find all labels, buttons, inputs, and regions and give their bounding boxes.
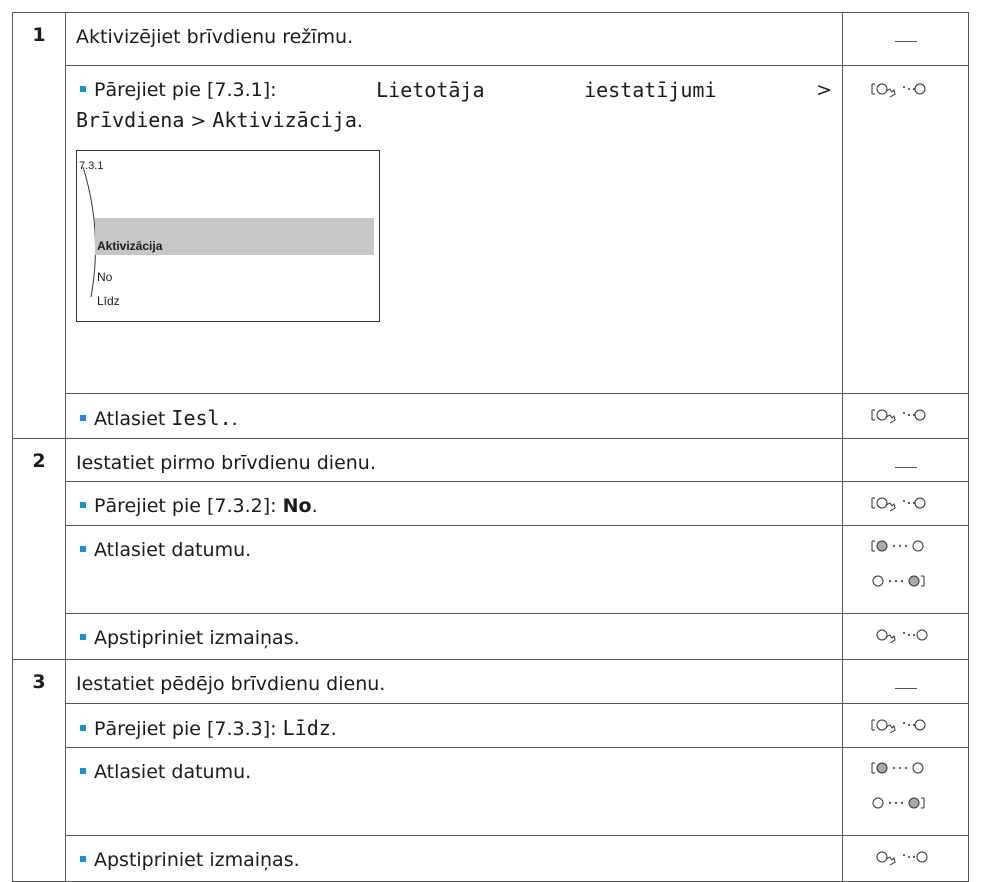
left-dial-turn-press-icon: [870, 407, 942, 423]
left-dial-turn-press-icon: [870, 495, 942, 512]
confirm-label: Apstipriniet izmaiņas.: [94, 626, 300, 649]
icon-cell: [842, 834, 969, 882]
date-label: Atlasiet datumu.: [94, 539, 252, 562]
date-label: Atlasiet datumu.: [94, 761, 252, 784]
nav-line-1: Pārejiet pie [7.3.1]: Lietotāja iestatīj…: [76, 75, 832, 105]
dash-cell: [842, 12, 969, 66]
icon-cell: [842, 481, 969, 527]
path-separator: >: [816, 78, 832, 101]
dash-icon: [894, 687, 917, 689]
path-brivdiena: Brīvdiena: [76, 107, 185, 132]
left-dial-turn-icon: [870, 760, 942, 776]
nav-prefix: Pārejiet pie [7.3.3]:: [94, 717, 277, 740]
nav-value: Līdz: [282, 715, 331, 740]
display-screen: 7.3.1 Aktivizācija No Līdz: [76, 149, 380, 322]
path-separator: >: [190, 109, 207, 132]
bullet-icon: [80, 502, 86, 509]
step-number-3: 3: [12, 658, 66, 882]
step-title-3: Iestatiet pēdējo brīvdienu dienu.: [65, 658, 843, 704]
left-dial-press-icon: [876, 849, 936, 865]
left-dial-turn-icon: [870, 538, 942, 554]
step-title-2: Iestatiet pirmo brīvdienu dienu.: [65, 437, 843, 483]
bullet-icon: [80, 414, 86, 421]
path-aktivizacija: Aktivizācija: [212, 107, 357, 132]
dash-cell: [842, 658, 969, 704]
screen-code: 7.3.1: [79, 159, 104, 172]
bullet-icon: [80, 546, 86, 553]
instructions-table: 1 Aktivizējiet brīvdienu režīmu. Pārejie…: [12, 12, 969, 882]
right-dial-turn-icon: [870, 573, 942, 589]
icon-cell: [842, 64, 969, 394]
nav-prefix: Pārejiet pie [7.3.1]:: [94, 78, 277, 101]
substep-date-2: Atlasiet datumu.: [65, 525, 843, 614]
icon-cell: [842, 747, 969, 836]
icon-cell: [842, 392, 969, 439]
bullet-icon: [80, 855, 86, 862]
substep-navigate-2: Pārejiet pie [7.3.2]: No.: [65, 481, 843, 527]
right-dial-turn-icon: [870, 795, 942, 811]
nav-line-2: Brīvdiena > Aktivizācija.: [76, 107, 363, 132]
select-value: Iesl.: [171, 405, 232, 430]
step-number-2: 2: [12, 437, 66, 660]
select-prefix: Atlasiet: [94, 407, 166, 430]
select-suffix: .: [231, 407, 238, 430]
substep-navigate-1: Pārejiet pie [7.3.1]: Lietotāja iestatīj…: [65, 64, 843, 394]
icon-cell: [842, 612, 969, 660]
screen-highlight-label: Aktivizācija: [97, 238, 163, 253]
path-iestatijumi: iestatījumi: [584, 77, 717, 102]
step-number-1: 1: [12, 12, 66, 439]
nav-prefix: Pārejiet pie [7.3.2]:: [94, 495, 277, 518]
dash-icon: [894, 41, 917, 42]
bullet-icon: [80, 768, 86, 775]
step-title-1: Aktivizējiet brīvdienu režīmu.: [65, 12, 843, 66]
screen-highlight-row: Aktivizācija: [95, 217, 374, 255]
icon-cell: [842, 525, 969, 614]
screen-item-lidz: Līdz: [97, 293, 120, 308]
substep-date-3: Atlasiet datumu.: [65, 747, 843, 836]
bullet-icon: [80, 724, 86, 731]
substep-navigate-3: Pārejiet pie [7.3.3]: Līdz.: [65, 702, 843, 749]
icon-cell: [842, 702, 969, 749]
left-dial-turn-press-icon: [870, 717, 942, 733]
substep-confirm-2: Apstipriniet izmaiņas.: [65, 612, 843, 660]
dash-icon: [894, 466, 917, 468]
substep-confirm-3: Apstipriniet izmaiņas.: [65, 834, 843, 882]
left-dial-press-icon: [876, 627, 936, 643]
bullet-icon: [80, 85, 86, 92]
substep-select-iesl: Atlasiet Iesl..: [65, 392, 843, 439]
nav-value: No: [282, 495, 312, 518]
bullet-icon: [80, 633, 86, 640]
confirm-label: Apstipriniet izmaiņas.: [94, 848, 300, 871]
path-lietotaja: Lietotāja: [376, 77, 485, 102]
left-dial-turn-press-icon: [870, 81, 942, 97]
dash-cell: [842, 437, 969, 483]
